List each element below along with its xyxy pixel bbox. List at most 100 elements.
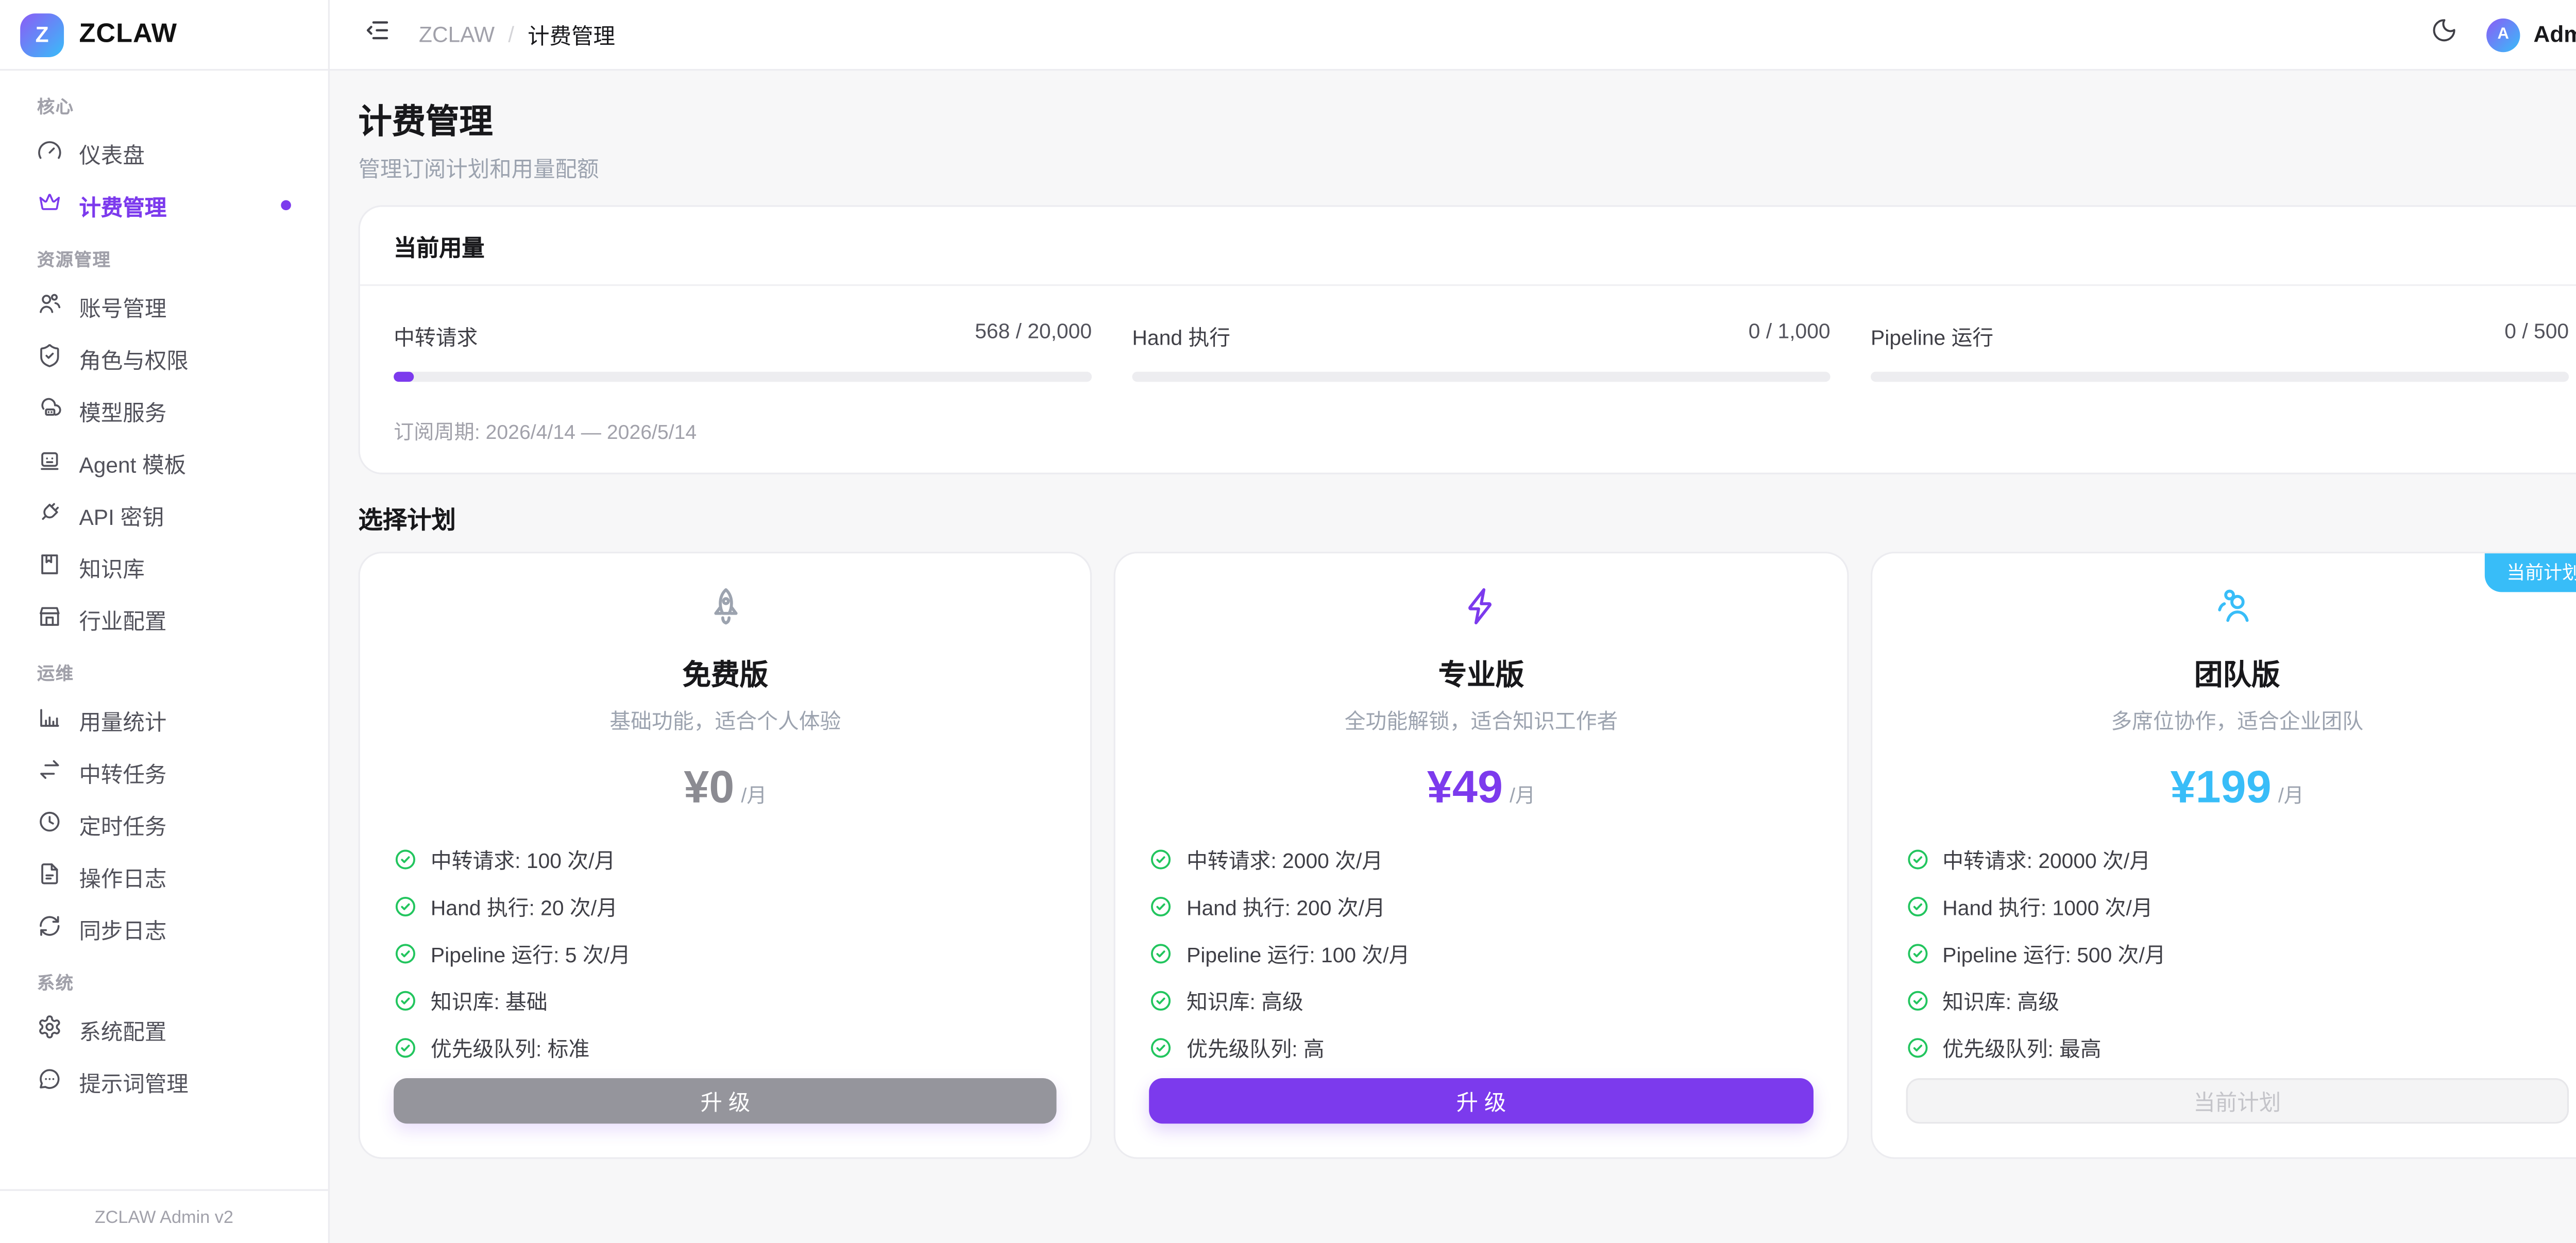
breadcrumb-root[interactable]: ZCLAW [419, 22, 495, 47]
feature-item: 优先级队列: 高 [1149, 1031, 1813, 1063]
sidebar-item-billing[interactable]: 计费管理 [20, 183, 308, 227]
sidebar-item-label: API 密钥 [79, 499, 164, 531]
price-amount: ¥199 [2171, 762, 2272, 814]
plan-name: 专业版 [1149, 651, 1813, 693]
chat-dots-icon [37, 1066, 62, 1097]
sidebar-item-knowledge-base[interactable]: 知识库 [20, 545, 308, 589]
feature-item: 优先级队列: 最高 [1905, 1031, 2569, 1063]
sidebar: Z ZCLAW 核心 仪表盘 计费管理 资源管理 账号管理 角色与权限 [0, 0, 330, 1243]
progress-bar [1871, 372, 2569, 382]
sidebar-item-label: 知识库 [79, 551, 144, 583]
sidebar-item-label: 角色与权限 [79, 342, 188, 374]
sidebar-item-roles[interactable]: 角色与权限 [20, 336, 308, 380]
metric-value: 568 / 20,000 [975, 319, 1092, 351]
metric-value: 0 / 500 [2504, 319, 2569, 351]
bar-chart-icon [37, 705, 62, 735]
breadcrumb: ZCLAW / 计费管理 [419, 19, 615, 50]
sidebar-item-label: 系统配置 [79, 1013, 166, 1045]
crown-icon [37, 190, 62, 220]
sidebar-item-label: 定时任务 [79, 808, 166, 840]
cloud-server-icon [37, 395, 62, 425]
usage-card-title: 当前用量 [360, 207, 2576, 286]
topbar: ZCLAW / 计费管理 A Admin [330, 0, 2576, 71]
feature-item: 中转请求: 2000 次/月 [1149, 843, 1813, 875]
plans-grid: 免费版 基础功能，适合个人体验 ¥0 /月 中转请求: 100 次/月 Hand… [359, 552, 2576, 1159]
feature-item: 知识库: 高级 [1149, 984, 1813, 1016]
plan-name: 团队版 [1905, 651, 2569, 693]
sidebar-item-industry-config[interactable]: 行业配置 [20, 597, 308, 641]
plan-card-team: 当前计划 团队版 多席位协作，适合企业团队 ¥199 /月 中转请求: 2000… [1870, 552, 2576, 1159]
team-users-icon [1905, 582, 2569, 629]
dark-mode-toggle[interactable] [2426, 16, 2463, 53]
sidebar-item-label: 账号管理 [79, 290, 166, 322]
current-plan-button[interactable]: 当前计划 [1905, 1078, 2569, 1123]
sidebar-item-accounts[interactable]: 账号管理 [20, 284, 308, 328]
usage-metric-pipeline: Pipeline 运行 0 / 500 [1871, 319, 2569, 382]
progress-fill [394, 372, 413, 382]
sidebar-nav: 核心 仪表盘 计费管理 资源管理 账号管理 角色与权限 模型服务 [0, 71, 328, 1189]
sidebar-item-label: 行业配置 [79, 603, 166, 635]
sidebar-item-models[interactable]: 模型服务 [20, 388, 308, 432]
metric-label: Hand 执行 [1132, 319, 1231, 351]
usage-metrics: 中转请求 568 / 20,000 Hand 执行 0 / 1,000 [394, 319, 2569, 382]
user-menu[interactable]: A Admin [2486, 18, 2576, 51]
sidebar-collapse-button[interactable] [359, 16, 396, 53]
active-dot [281, 200, 291, 211]
sidebar-item-system-config[interactable]: 系统配置 [20, 1008, 308, 1051]
price-unit: /月 [2278, 780, 2304, 809]
sidebar-item-relay-tasks[interactable]: 中转任务 [20, 750, 308, 794]
panel-collapse-icon [363, 17, 390, 53]
sidebar-item-label: 仪表盘 [79, 137, 144, 169]
check-circle-icon [394, 988, 417, 1012]
progress-bar [1132, 372, 1831, 382]
rocket-icon [394, 582, 1057, 629]
file-text-icon [37, 861, 62, 892]
check-circle-icon [1149, 1035, 1173, 1059]
feature-item: Pipeline 运行: 5 次/月 [394, 937, 1057, 969]
sidebar-item-usage-stats[interactable]: 用量统计 [20, 698, 308, 742]
sidebar-item-agent-templates[interactable]: Agent 模板 [20, 441, 308, 485]
check-circle-icon [1905, 847, 1929, 871]
price-unit: /月 [1510, 780, 1535, 809]
store-icon [37, 604, 62, 634]
page-title: 计费管理 [359, 94, 2576, 143]
check-circle-icon [394, 847, 417, 871]
sidebar-item-label: Agent 模板 [79, 447, 186, 479]
sidebar-item-prompt-management[interactable]: 提示词管理 [20, 1060, 308, 1103]
feature-item: Hand 执行: 1000 次/月 [1905, 890, 2569, 922]
moon-icon [2431, 17, 2458, 53]
feature-item: 优先级队列: 标准 [394, 1031, 1057, 1063]
plans-section-title: 选择计划 [359, 501, 2576, 537]
topbar-right: A Admin [2426, 16, 2576, 53]
sidebar-item-dashboard[interactable]: 仪表盘 [20, 131, 308, 175]
price-unit: /月 [741, 780, 767, 809]
nav-section-resources: 资源管理 [20, 247, 308, 273]
upgrade-button-pro[interactable]: 升 级 [1149, 1078, 1813, 1123]
plan-description: 多席位协作，适合企业团队 [1905, 703, 2569, 735]
gauge-icon [37, 138, 62, 168]
plan-price: ¥49 /月 [1149, 762, 1813, 814]
breadcrumb-current: 计费管理 [528, 19, 615, 50]
sidebar-item-label: 同步日志 [79, 912, 166, 944]
feature-item: Pipeline 运行: 500 次/月 [1905, 937, 2569, 969]
brand: Z ZCLAW [0, 0, 328, 71]
refresh-icon [37, 913, 62, 944]
subscription-period: 订阅周期: 2026/4/14 — 2026/5/14 [394, 417, 2569, 446]
sidebar-item-api-keys[interactable]: API 密钥 [20, 493, 308, 537]
sidebar-item-label: 提示词管理 [79, 1066, 188, 1098]
sidebar-item-sync-logs[interactable]: 同步日志 [20, 907, 308, 950]
sidebar-item-scheduled-tasks[interactable]: 定时任务 [20, 803, 308, 846]
upgrade-button-free[interactable]: 升 级 [394, 1078, 1057, 1123]
feature-item: 中转请求: 100 次/月 [394, 843, 1057, 875]
sidebar-item-label: 操作日志 [79, 860, 166, 892]
app-root: Z ZCLAW 核心 仪表盘 计费管理 资源管理 账号管理 角色与权限 [0, 0, 2576, 1243]
metric-label: Pipeline 运行 [1871, 319, 1993, 351]
check-circle-icon [1905, 894, 1929, 918]
app-name: ZCLAW [79, 20, 177, 50]
metric-label: 中转请求 [394, 319, 478, 351]
check-circle-icon [394, 941, 417, 965]
check-circle-icon [1149, 847, 1173, 871]
plan-card-pro: 专业版 全功能解锁，适合知识工作者 ¥49 /月 中转请求: 2000 次/月 … [1114, 552, 1849, 1159]
plan-price: ¥199 /月 [1905, 762, 2569, 814]
sidebar-item-operation-logs[interactable]: 操作日志 [20, 855, 308, 898]
